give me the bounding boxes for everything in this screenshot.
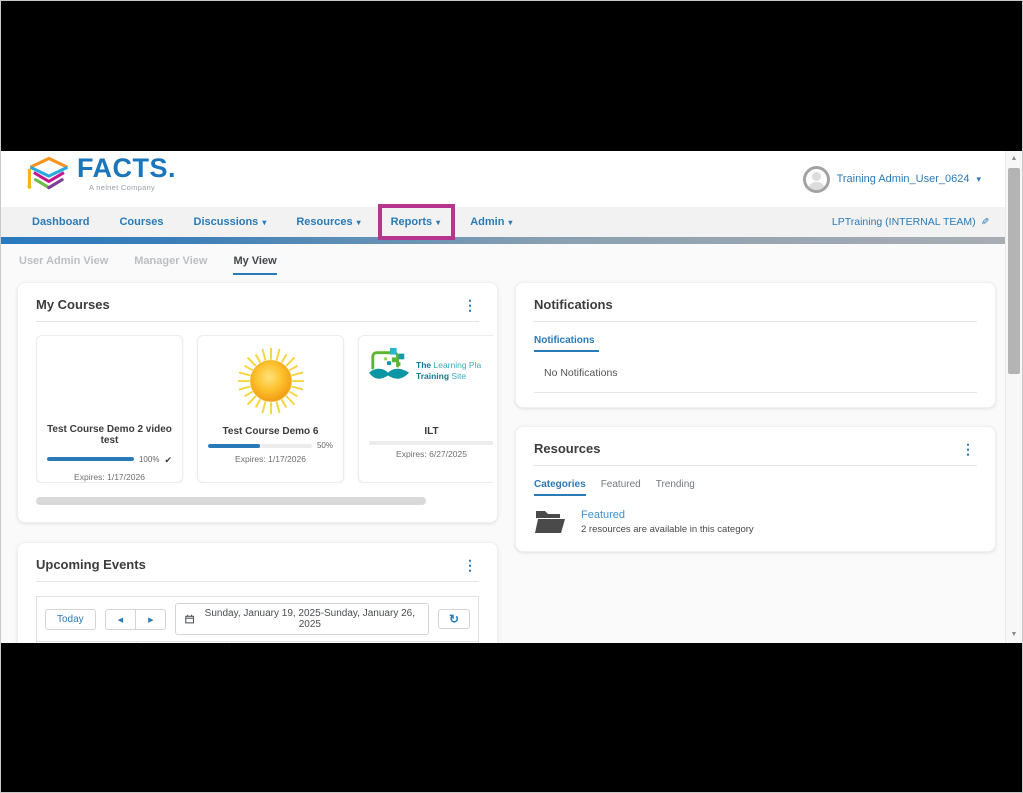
progress-bar [208,444,312,448]
course-tile[interactable]: The Learning Pla Training Site ILT [358,335,493,483]
nav-admin[interactable]: Admin [455,207,527,237]
notifications-title: Notifications [534,297,613,312]
course-thumbnail [37,336,182,424]
view-tabs: User Admin View Manager View My View [1,244,1007,275]
my-courses-card: My Courses Test Course Demo 2 video test [17,282,498,523]
today-button[interactable]: Today [45,609,96,630]
sun-icon [237,347,305,415]
course-title: Test Course Demo 6 [198,426,343,437]
divider [534,321,977,322]
notifications-subtab[interactable]: Notifications [534,335,599,352]
my-courses-title: My Courses [36,297,110,312]
column-event: Event [227,642,478,643]
nav-courses[interactable]: Courses [104,207,178,237]
progress-label: 50% [317,441,333,450]
tab-featured[interactable]: Featured [601,479,641,496]
dashboard-content: My Courses Test Course Demo 2 video test [1,275,1007,643]
events-table-header: Date Time Event [37,641,478,643]
refresh-button[interactable] [438,609,470,629]
next-week-button[interactable] [136,609,166,630]
divider [36,321,479,322]
scrollbar-thumb[interactable] [1008,168,1020,374]
letterbox-bottom [1,643,1022,793]
app-viewport: FACTS. A nelnet Company Training Admin_U… [1,151,1022,643]
user-menu[interactable]: Training Admin_User_0624 [803,166,981,193]
kebab-menu-icon[interactable] [461,298,479,312]
vertical-scrollbar[interactable]: ▲ ▼ [1005,151,1022,643]
resources-tabs: Categories Featured Trending [534,479,977,496]
progress-label: 100% [139,455,159,464]
column-date: Date [37,642,137,643]
scroll-up-arrow-icon[interactable]: ▲ [1006,151,1022,167]
no-notifications-message: No Notifications [544,367,977,379]
chevron-down-icon [508,216,512,228]
letterbox-top [1,1,1022,151]
kebab-menu-icon[interactable] [959,442,977,456]
kebab-menu-icon[interactable] [461,558,479,572]
accent-gradient-bar [1,237,1007,244]
resource-category-item[interactable]: Featured 2 resources are available in th… [534,509,977,535]
column-time: Time [137,642,227,643]
course-tile[interactable]: Test Course Demo 6 50% Expires: 1/17/202… [197,335,344,483]
prev-week-button[interactable] [105,609,136,630]
right-column: Notifications Notifications No Notificat… [515,282,996,552]
course-tile[interactable]: Test Course Demo 2 video test 100% Expir… [36,335,183,483]
facts-logo-icon [25,155,71,204]
screenshot-frame: FACTS. A nelnet Company Training Admin_U… [0,0,1023,793]
upcoming-events-title: Upcoming Events [36,557,146,572]
nav-resources[interactable]: Resources [281,207,375,237]
left-column: My Courses Test Course Demo 2 video test [17,282,498,643]
events-calendar-widget: Today [36,596,479,643]
progress-bar [369,441,493,445]
chevron-down-icon [976,173,981,185]
nav-dashboard[interactable]: Dashboard [17,207,104,237]
user-name: Training Admin_User_0624 [837,173,970,185]
calendar-icon [185,614,194,624]
tab-trending[interactable]: Trending [656,479,695,496]
edit-pencil-icon: ✎ [981,217,989,228]
tab-manager-view[interactable]: Manager View [134,255,207,275]
facts-logo: FACTS. A nelnet Company [25,155,176,204]
course-expires: Expires: 6/27/2025 [359,449,493,459]
chevron-down-icon [262,216,266,228]
course-title: Test Course Demo 2 video test [37,424,182,446]
nav-reports[interactable]: Reports [376,207,456,237]
progress-bar [47,457,134,461]
divider [534,392,977,393]
brand-tagline: A nelnet Company [89,184,176,192]
course-thumbnail-learning-site: The Learning Pla Training Site [359,336,493,426]
horizontal-scrollbar[interactable] [36,497,426,505]
course-thumbnail-sun [198,336,343,426]
team-selector[interactable]: LPTraining (INTERNAL TEAM) ✎ [832,216,989,228]
divider [36,581,479,582]
top-nav: Dashboard Courses Discussions Resources … [1,207,1007,237]
resource-category-description: 2 resources are available in this catego… [581,524,754,535]
course-expires: Expires: 1/17/2026 [37,472,182,482]
tab-my-view[interactable]: My View [233,255,276,275]
scroll-down-arrow-icon[interactable]: ▼ [1006,627,1022,643]
completed-check-icon [164,450,172,468]
course-expires: Expires: 1/17/2026 [198,454,343,464]
resource-category-name: Featured [581,509,754,521]
folder-open-icon [534,509,566,535]
course-tiles: Test Course Demo 2 video test 100% Expir… [36,335,493,483]
divider [534,465,977,466]
tab-categories[interactable]: Categories [534,479,586,496]
brand-name: FACTS. [77,155,176,182]
learning-site-logo-text: The Learning Pla Training Site [416,360,481,381]
resources-card: Resources Categories Featured Trending [515,426,996,552]
tab-user-admin-view[interactable]: User Admin View [19,255,108,275]
chevron-down-icon [357,216,361,228]
notifications-card: Notifications Notifications No Notificat… [515,282,996,408]
course-title: ILT [359,426,493,437]
learning-site-book-icon [367,346,411,386]
resources-title: Resources [534,441,600,456]
avatar [803,166,830,193]
lms-page: FACTS. A nelnet Company Training Admin_U… [1,151,1007,643]
nav-discussions[interactable]: Discussions [179,207,282,237]
date-range-button[interactable]: Sunday, January 19, 2025-Sunday, January… [175,603,428,635]
site-header: FACTS. A nelnet Company Training Admin_U… [1,151,1007,207]
chevron-down-icon [436,216,440,228]
upcoming-events-card: Upcoming Events Today [17,542,498,643]
